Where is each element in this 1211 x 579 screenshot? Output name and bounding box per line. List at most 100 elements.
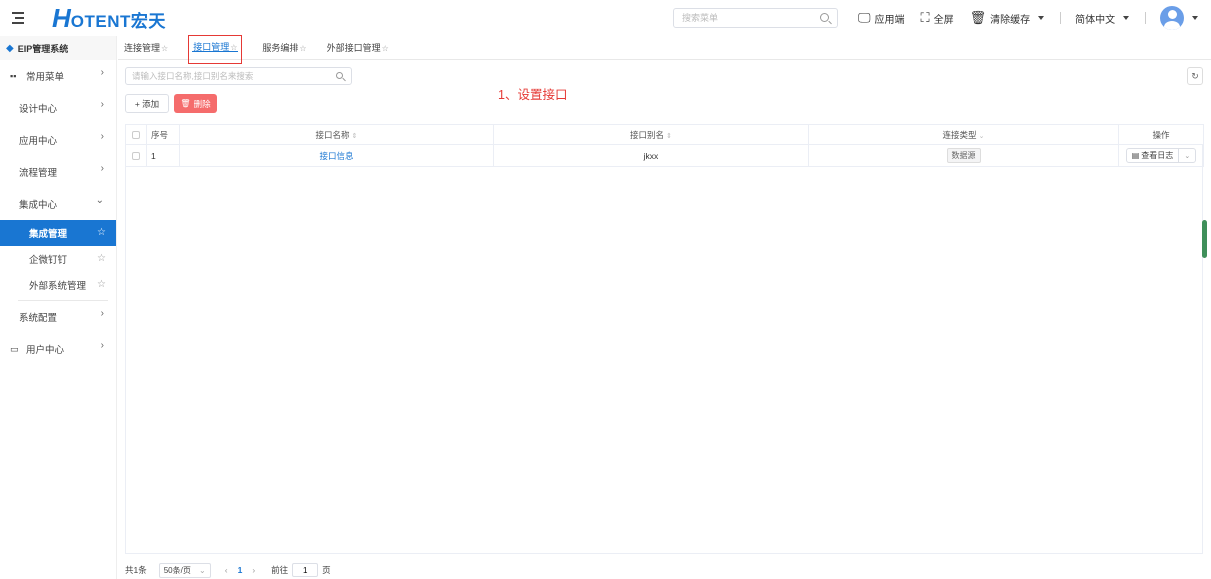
sort-icon[interactable]: ⇕ — [666, 133, 672, 140]
sidebar-subitem-external-system[interactable]: 外部系统管理 ☆ — [0, 272, 116, 298]
star-icon[interactable]: ☆ — [97, 279, 106, 290]
tab-interface-management[interactable]: 接口管理☆ — [188, 34, 243, 64]
page-size-select[interactable]: 50条/页 ⌄ — [158, 562, 211, 578]
chevron-right-icon: › — [100, 67, 104, 78]
divider — [1145, 12, 1147, 24]
add-button[interactable]: + 添加 — [125, 94, 169, 113]
sidebar-item-label: 常用菜单 — [26, 72, 65, 83]
star-icon: ☆ — [299, 44, 307, 53]
sidebar-item-label: 企微钉钉 — [29, 255, 68, 266]
column-header-label: 接口别名 — [630, 129, 665, 140]
filter-icon[interactable]: ⌄ — [979, 133, 985, 140]
user-menu[interactable] — [1160, 6, 1199, 30]
row-type-cell: 数据源 — [808, 144, 1119, 167]
tab-connection-management[interactable]: 连接管理☆ — [124, 41, 168, 54]
column-header-alias[interactable]: 接口别名 ⇕ — [493, 124, 809, 145]
clear-cache-button[interactable]: 🗑 清除缓存 — [970, 10, 1045, 26]
monitor-icon: ▭ — [10, 343, 19, 354]
column-header-label: 接口名称 — [315, 129, 350, 140]
grid-icon: ▪▪ — [10, 71, 17, 81]
caret-down-icon — [1038, 16, 1045, 20]
sidebar-item-user-center[interactable]: ▭ 用户中心 › — [0, 333, 116, 365]
fullscreen-icon: ⛶ — [920, 10, 930, 25]
interface-table: 序号 接口名称 ⇕ 接口别名 ⇕ 连接类型 ⌄ 操作 1 接口信息 jkxx 数据源 … — [125, 124, 1204, 167]
page-number[interactable]: 1 — [238, 565, 243, 575]
sidebar-item-system-config[interactable]: 系统配置 › — [0, 301, 116, 333]
table-row: 1 接口信息 jkxx 数据源 ▤ 查看日志 ⌄ — [125, 144, 1204, 167]
select-all-checkbox[interactable] — [132, 131, 140, 140]
avatar[interactable] — [1160, 6, 1185, 30]
row-ops-cell: ▤ 查看日志 ⌄ — [1118, 144, 1204, 167]
menu-search — [673, 8, 838, 28]
table-frame — [125, 124, 1203, 554]
search-icon[interactable] — [336, 72, 343, 79]
chevron-right-icon: › — [100, 99, 104, 110]
chevron-right-icon: › — [100, 163, 104, 174]
chevron-right-icon: › — [100, 340, 104, 351]
scrollbar-thumb[interactable] — [1202, 220, 1207, 258]
app-end-label: 应用端 — [874, 14, 905, 26]
op-dropdown-toggle[interactable]: ⌄ — [1179, 149, 1195, 162]
logo-text: OTENT宏天 — [70, 11, 166, 31]
next-page-button[interactable]: › — [252, 565, 255, 575]
tab-service-orchestration[interactable]: 服务编排☆ — [262, 41, 306, 54]
row-alias: jkxx — [493, 144, 809, 167]
chevron-down-icon: ⌄ — [95, 195, 104, 206]
sidebar-item-app-center[interactable]: 应用中心 › — [0, 124, 116, 156]
sidebar-item-label: 用户中心 — [26, 345, 65, 356]
star-icon[interactable]: ☆ — [97, 253, 106, 264]
refresh-icon: ↻ — [1191, 70, 1199, 81]
add-label: + 添加 — [134, 98, 160, 109]
sidebar: ◆ EIP管理系统 ▪▪ 常用菜单 › 设计中心 › 应用中心 › 流程管理 ›… — [0, 36, 117, 579]
language-select[interactable]: 简体中文 — [1075, 11, 1130, 26]
search-icon[interactable] — [820, 13, 829, 22]
star-icon: ☆ — [381, 44, 389, 53]
sidebar-subitem-wecom-dingtalk[interactable]: 企微钉钉 ☆ — [0, 246, 116, 272]
column-header-name[interactable]: 接口名称 ⇕ — [179, 124, 494, 145]
sidebar-item-label: 流程管理 — [19, 168, 58, 179]
annotation-text: 1、设置接口 — [498, 88, 568, 102]
prev-page-button[interactable]: ‹ — [225, 565, 228, 575]
delete-button[interactable]: 🗑 删除 — [174, 94, 217, 113]
menu-toggle-icon[interactable] — [12, 12, 26, 24]
page-tabs: 连接管理☆ 接口管理☆ 服务编排☆ 外部接口管理☆ — [118, 34, 1211, 64]
sidebar-item-label: 系统配置 — [19, 313, 58, 324]
refresh-button[interactable]: ↻ — [1187, 67, 1203, 85]
chevron-right-icon: › — [100, 308, 104, 319]
sidebar-item-common-menu[interactable]: ▪▪ 常用菜单 › — [0, 60, 116, 92]
interface-name-link[interactable]: 接口信息 — [319, 151, 353, 161]
fullscreen-button[interactable]: ⛶ 全屏 — [921, 10, 954, 26]
star-icon[interactable]: ☆ — [97, 227, 106, 238]
chevron-down-icon: ⌄ — [199, 565, 206, 575]
sidebar-item-integration-center[interactable]: 集成中心 ⌄ — [0, 188, 116, 220]
star-icon: ☆ — [230, 42, 238, 52]
chevron-right-icon: › — [100, 131, 104, 142]
caret-down-icon — [1123, 16, 1130, 20]
top-header: H OTENT宏天 🖵 应用端 ⛶ 全屏 🗑 清除缓存 简体中文 — [0, 0, 1211, 36]
op-button-group: ▤ 查看日志 ⌄ — [1125, 148, 1197, 163]
tab-external-interface-management[interactable]: 外部接口管理☆ — [327, 41, 389, 54]
sidebar-item-design-center[interactable]: 设计中心 › — [0, 92, 116, 124]
app-end-button[interactable]: 🖵 应用端 — [858, 10, 905, 26]
chevron-down-icon: ⌄ — [1184, 152, 1191, 160]
sidebar-item-flow-management[interactable]: 流程管理 › — [0, 156, 116, 188]
menu-search-input[interactable] — [682, 10, 812, 26]
view-log-label: 查看日志 — [1141, 151, 1174, 160]
logo: H OTENT宏天 — [52, 5, 166, 32]
row-name-cell: 接口信息 — [179, 144, 494, 167]
tab-label: 外部接口管理 — [326, 43, 381, 53]
view-log-button[interactable]: ▤ 查看日志 — [1127, 149, 1180, 162]
row-checkbox[interactable] — [132, 152, 140, 161]
sidebar-item-label: 应用中心 — [19, 136, 58, 147]
pagination: 共1条 50条/页 ⌄ ‹ 1 › 前往 页 — [125, 562, 331, 578]
table-header-row: 序号 接口名称 ⇕ 接口别名 ⇕ 连接类型 ⌄ 操作 — [125, 124, 1204, 145]
sidebar-subitem-integration-management[interactable]: 集成管理 ☆ — [0, 220, 116, 246]
sidebar-item-label: 集成中心 — [19, 200, 58, 211]
pagination-total: 共1条 — [125, 565, 147, 575]
goto-page-input[interactable] — [292, 563, 319, 577]
sort-icon[interactable]: ⇕ — [352, 133, 358, 140]
log-icon: ▤ — [1131, 151, 1140, 160]
column-header-type[interactable]: 连接类型 ⌄ — [808, 124, 1119, 145]
interface-search-input[interactable] — [132, 69, 322, 83]
trash-icon: 🗑 — [180, 99, 191, 108]
